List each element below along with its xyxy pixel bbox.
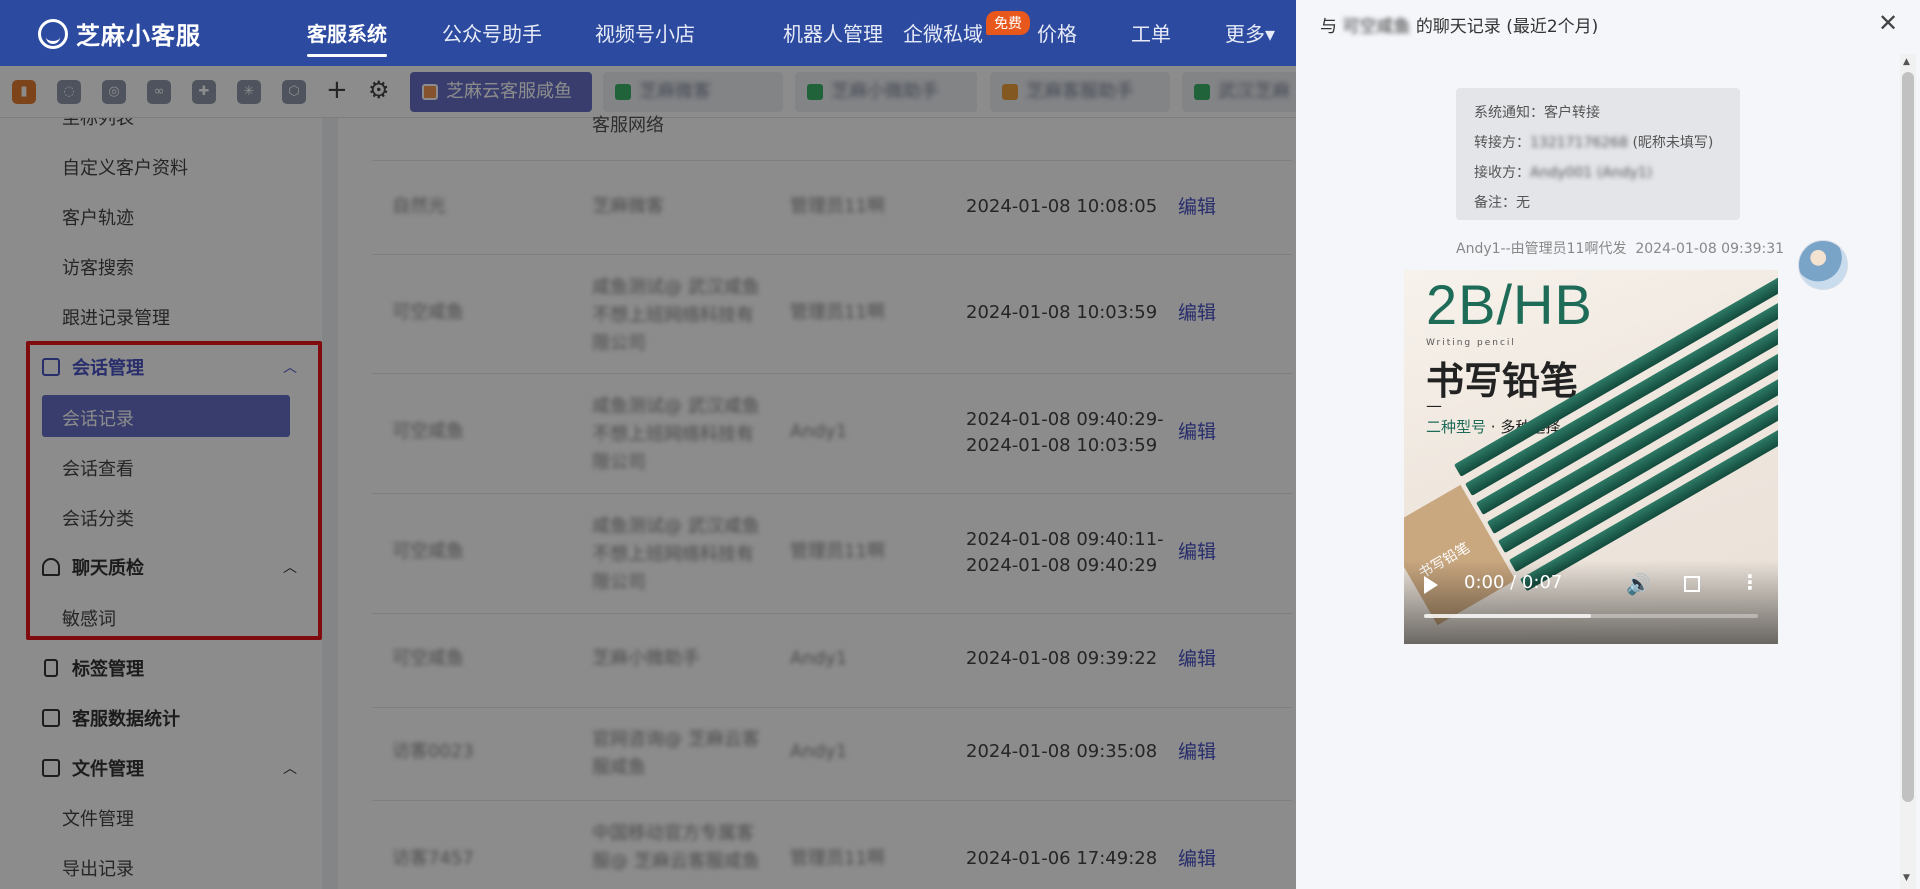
video-dash: — [1426,396,1442,415]
transfer-to-label: 接收方： [1474,165,1530,181]
nav-wecom-private[interactable]: 企微私域 [903,18,983,47]
logo[interactable]: 芝麻小客服 [38,16,201,51]
modal-backdrop[interactable] [0,66,1296,889]
system-notification-card: 系统通知：客户转接 转接方：13217176268 (昵称未填写) 接收方：An… [1456,88,1740,220]
message-timestamp: 2024-01-08 09:39:31 [1635,241,1785,257]
title-customer-name: 可空咸鱼 [1342,17,1411,37]
chat-history-drawer: 与 可空咸鱼 的聊天记录 (最近2个月) ✕ ▲ ▼ 系统通知：客户转接 转接方… [1296,0,1920,889]
transfer-from-note: (昵称未填写) [1632,135,1714,151]
more-vertical-icon[interactable]: ⋮ [1740,570,1760,594]
volume-icon[interactable]: 🔊 [1626,572,1651,596]
close-icon[interactable]: ✕ [1878,9,1898,37]
title-suffix: 的聊天记录 (最近2个月) [1415,17,1599,37]
nav-robot-management[interactable]: 机器人管理 [783,18,883,47]
video-controls [1404,560,1778,644]
app-name: 芝麻小客服 [76,22,201,50]
nav-video-shop[interactable]: 视频号小店 [595,18,695,47]
title-prefix: 与 [1320,17,1337,37]
message-meta: Andy1--由管理员11啊代发 2024-01-08 09:39:31 [1456,238,1784,258]
transfer-from-label: 转接方： [1474,135,1530,151]
scroll-up-arrow-icon[interactable]: ▲ [1903,57,1910,67]
transfer-to-value: Andy001 (Andy1) [1530,165,1653,181]
fullscreen-icon[interactable] [1684,576,1700,592]
video-headline: 2B/HB [1426,273,1593,336]
avatar[interactable] [1798,240,1848,290]
play-icon[interactable] [1424,576,1438,594]
transfer-from-value: 13217176268 [1530,135,1628,151]
transfer-from: 转接方：13217176268 (昵称未填写) [1474,128,1722,158]
nav-more[interactable]: 更多▾ [1225,18,1275,47]
video-progress-fill [1424,614,1591,618]
remark: 备注：无 [1474,195,1530,211]
scrollbar-thumb[interactable] [1902,72,1914,802]
transfer-to: 接收方：Andy001 (Andy1) [1474,158,1722,188]
video-subtitle: Writing pencil [1426,338,1516,348]
nav-official-account[interactable]: 公众号助手 [442,18,542,47]
nav-tickets[interactable]: 工单 [1131,18,1171,47]
logo-icon [38,18,68,49]
scroll-down-arrow-icon[interactable]: ▼ [1903,873,1910,883]
nav-customer-service[interactable]: 客服系统 [307,18,387,57]
video-time: 0:00 / 0:07 [1464,572,1563,593]
video-message[interactable]: 2B/HB Writing pencil 书写铅笔 — 二种型号 · 多种选择 … [1404,270,1778,644]
drawer-title: 与 可空咸鱼 的聊天记录 (最近2个月) [1320,12,1598,37]
free-badge: 免费 [986,11,1030,35]
system-notice: 系统通知：客户转接 [1474,105,1600,121]
nav-pricing[interactable]: 价格 [1037,18,1077,47]
sender-name: Andy1--由管理员11啊代发 [1456,241,1627,257]
